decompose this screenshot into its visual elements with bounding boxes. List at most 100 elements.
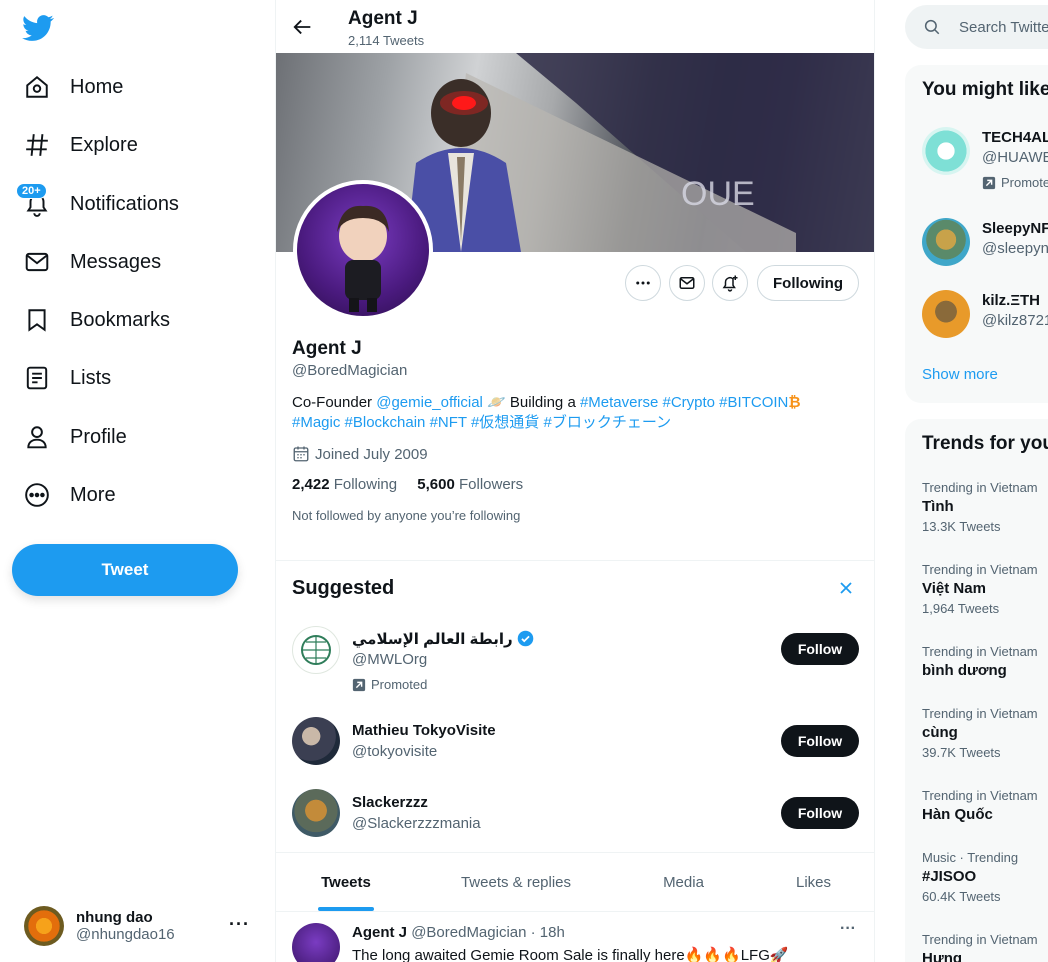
nav-more[interactable]: More [12,470,128,520]
suggested-user-row[interactable]: Slackerzzz @Slackerzzzmania Follow [276,788,874,860]
nav-home[interactable]: Home [12,62,135,112]
tab-likes[interactable]: Likes [751,853,874,911]
divider [276,911,874,912]
nav-home-label: Home [70,75,124,98]
home-icon [24,74,50,100]
trend-context: Trending in Vietnam [922,706,1038,721]
who-to-follow-card: You might like TECH4ALL @HUAWEI Promoted… [905,65,1048,403]
bio-text: 🪐 Building a [482,394,580,411]
twitter-logo-icon[interactable] [22,12,54,44]
bio-hashtags[interactable]: #Magic #Blockchain #NFT #仮想通貨 #ブロックチェーン [292,414,671,431]
nav-lists-label: Lists [70,366,112,389]
bio-hashtags[interactable]: #Metaverse #Crypto #BITCOIN [580,394,788,411]
followers-link[interactable]: 5,600 Followers [417,476,523,493]
wtf-user-handle: @sleepynft [982,240,1048,257]
trend-item[interactable]: Trending in Vietnam Hưng [922,932,1048,962]
trend-topic: Việt Nam [922,580,986,597]
trend-count: 1,964 Tweets [922,601,1000,616]
more-options-button[interactable] [625,265,661,301]
nav-notifications[interactable]: 20+ Notifications [12,179,191,229]
trend-item[interactable]: Trending in Vietnam cùng 39.7K Tweets [922,706,1048,760]
account-handle: @nhungdao16 [76,926,175,943]
suggested-user-row[interactable]: رابطة العالم الإسلامي @MWLOrg Promoted F… [276,624,874,696]
promoted-text: Promoted [371,677,428,692]
suggested-user-row[interactable]: Mathieu TokyoVisite @tokyovisite Follow [276,716,874,788]
wtf-user-avatar [922,127,970,175]
wtf-user-name: kilz.ΞTH [982,292,1040,309]
account-switcher[interactable]: nhung dao @nhungdao16 ··· [12,898,262,954]
promoted-icon [352,678,366,691]
trend-item[interactable]: Music · Trending #JISOO 60.4K Tweets [922,850,1048,904]
search-placeholder: Search Twitter [959,18,1048,36]
hashtag-icon [24,132,50,158]
suggested-user-handle: @Slackerzzzmania [352,815,481,832]
profile-avatar[interactable] [293,180,433,320]
notify-button[interactable] [712,265,748,301]
trend-context: Trending in Vietnam [922,480,1038,495]
follow-button[interactable]: Follow [781,797,859,829]
trend-count: 60.4K Tweets [922,889,1001,904]
trend-count: 39.7K Tweets [922,745,1001,760]
trend-topic: bình dương [922,662,1007,679]
wtf-user-name: TECH4ALL [982,129,1048,146]
search-icon [924,19,940,35]
wtf-user-row[interactable]: SleepyNFT @sleepynft [922,218,1048,278]
tab-tweets[interactable]: Tweets [276,853,416,911]
wtf-user-row[interactable]: kilz.ΞTH @kilz8721 [922,290,1048,350]
nav-explore[interactable]: Explore [12,120,150,170]
tab-tweets-replies[interactable]: Tweets & replies [416,853,616,911]
more-circle-icon [24,482,50,508]
tab-media[interactable]: Media [616,853,751,911]
wtf-title: You might like [922,79,1048,100]
trend-item[interactable]: Trending in Vietnam bình dương [922,644,1048,679]
notifications-badge: 20+ [16,183,47,199]
following-button[interactable]: Following [757,265,859,301]
not-followed-note: Not followed by anyone you’re following [292,508,521,523]
joined-text: Joined July 2009 [315,445,428,463]
trend-item[interactable]: Trending in Vietnam Tình 13.3K Tweets [922,480,1048,534]
nav-explore-label: Explore [70,133,138,156]
divider [276,560,874,561]
trend-topic: Hàn Quốc [922,806,993,823]
account-name: nhung dao [76,909,153,926]
svg-text:OUE: OUE [681,175,755,213]
following-link[interactable]: 2,422 Following [292,476,397,493]
close-icon[interactable] [838,580,854,596]
wtf-user-avatar [922,290,970,338]
suggested-user-handle: @tokyovisite [352,743,438,760]
nav-bookmarks[interactable]: Bookmarks [12,295,182,345]
nav-more-label: More [70,483,116,506]
nav-bookmarks-label: Bookmarks [70,308,171,331]
profile-column: Agent J 2,114 Tweets OUE Following Agent… [275,0,875,962]
following-text: Following [333,476,398,493]
tweet-more-icon[interactable]: ··· [840,920,856,938]
bell-icon: 20+ [16,183,50,217]
tweet-author-name[interactable]: Agent J [352,924,407,941]
bio-mention-link[interactable]: @gemie_official [376,394,483,411]
trend-count: 13.3K Tweets [922,519,1001,534]
follow-stats: 2,422 Following 5,600 Followers [292,476,523,493]
account-more-icon[interactable]: ··· [229,914,250,935]
wtf-user-row[interactable]: TECH4ALL @HUAWEI Promoted [922,127,1048,190]
wtf-user-handle: @kilz8721 [982,312,1048,329]
message-button[interactable] [669,265,705,301]
nav-messages[interactable]: Messages [12,237,173,287]
trend-context: Trending in Vietnam [922,562,1038,577]
tweet-button[interactable]: Tweet [12,544,238,596]
search-input[interactable]: Search Twitter [905,5,1048,49]
back-arrow-icon[interactable] [292,16,314,38]
nav-profile[interactable]: Profile [12,412,139,462]
nav-lists[interactable]: Lists [12,353,123,403]
show-more-link[interactable]: Show more [922,366,998,383]
trend-item[interactable]: Trending in Vietnam Việt Nam 1,964 Tweet… [922,562,1048,616]
tweet-header: Agent J @BoredMagician · 18h [352,924,565,941]
envelope-icon [24,249,50,275]
follow-button[interactable]: Follow [781,633,859,665]
trend-item[interactable]: Trending in Vietnam Hàn Quốc [922,788,1048,823]
followers-count: 5,600 [417,476,455,493]
trend-context: Trending in Vietnam [922,788,1038,803]
trend-topic: Tình [922,498,954,515]
follow-button[interactable]: Follow [781,725,859,757]
suggested-user-name: Mathieu TokyoVisite [352,722,496,739]
tweet-author-avatar[interactable] [292,923,340,962]
